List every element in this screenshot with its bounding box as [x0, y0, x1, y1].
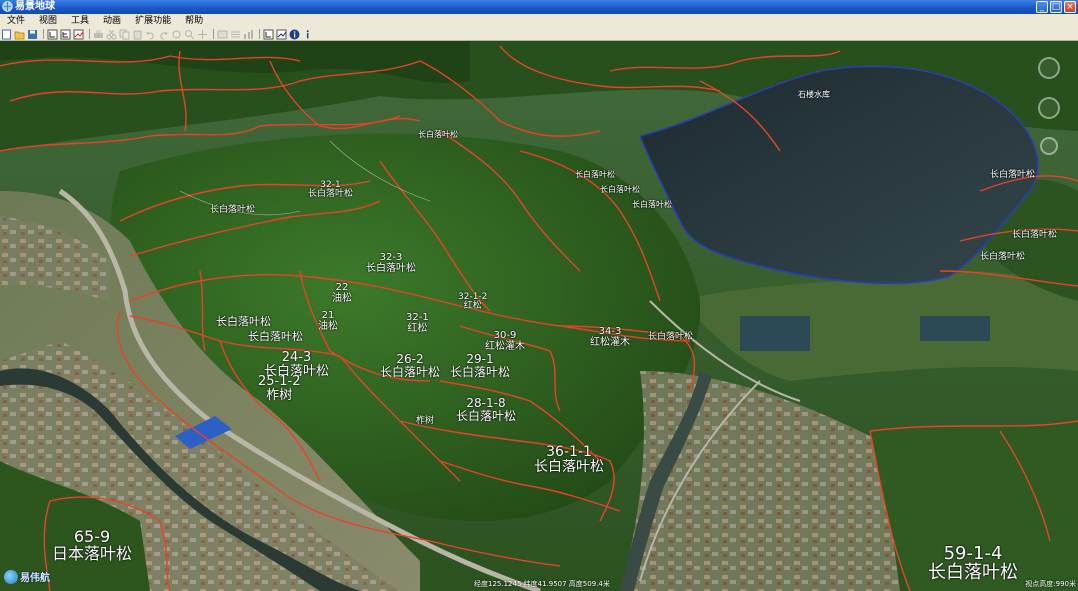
menu-extensions[interactable]: 扩展功能 — [128, 14, 178, 28]
logo-text: 易伟航 — [20, 573, 50, 584]
stand-label[interactable]: 长白落叶松 — [418, 130, 458, 139]
title-bar: 易景地球 _ □ × — [0, 0, 1078, 14]
stand-label[interactable]: 59-1-4 长白落叶松 — [928, 544, 1018, 583]
open-folder-icon[interactable] — [14, 29, 25, 40]
redo-icon[interactable] — [158, 29, 169, 40]
polygon-icon[interactable] — [263, 29, 274, 40]
pan-icon[interactable] — [197, 29, 208, 40]
toolbar-separator — [213, 29, 214, 39]
stand-label[interactable]: 22 油松 — [332, 282, 352, 304]
menu-view[interactable]: 视图 — [32, 14, 64, 28]
copy-icon[interactable] — [119, 29, 130, 40]
menu-bar: 文件 视图 工具 动画 扩展功能 帮助 — [0, 14, 1078, 28]
stand-label[interactable]: 长白落叶松 — [648, 332, 693, 342]
close-button[interactable]: × — [1064, 1, 1076, 13]
minimize-button[interactable]: _ — [1036, 1, 1048, 13]
undo-icon[interactable] — [145, 29, 156, 40]
brand-logo: 易伟航 — [4, 569, 50, 584]
toolbar-separator — [259, 29, 260, 39]
about-icon[interactable] — [302, 29, 313, 40]
menu-animation[interactable]: 动画 — [96, 14, 128, 28]
stand-label[interactable]: 32-1 长白落叶松 — [308, 180, 353, 200]
stand-label[interactable]: 65-9 日本落叶松 — [52, 528, 132, 563]
stand-label[interactable]: 32-1 红松 — [406, 312, 429, 334]
reservoir-label: 石楼水库 — [798, 90, 830, 99]
tilt-control[interactable] — [1038, 97, 1060, 119]
stand-label[interactable]: 柞树 — [416, 416, 434, 426]
print-icon[interactable] — [93, 29, 104, 40]
menu-file[interactable]: 文件 — [0, 14, 32, 28]
stand-label[interactable]: 25-1-2 柞树 — [258, 375, 300, 402]
stand-label[interactable]: 32-1-2 红松 — [458, 292, 487, 312]
stand-label[interactable]: 长白落叶松 — [990, 170, 1035, 180]
zoom-icon[interactable] — [184, 29, 195, 40]
stand-label[interactable]: 30-9 红松灌木 — [485, 330, 525, 352]
table-icon[interactable] — [217, 29, 228, 40]
paste-icon[interactable] — [132, 29, 143, 40]
grid-icon[interactable] — [60, 29, 71, 40]
toolbar — [0, 28, 1078, 41]
compass-control[interactable] — [1038, 57, 1060, 79]
terrain-canvas — [0, 41, 1078, 591]
zoom-control[interactable] — [1040, 137, 1058, 155]
stand-label[interactable]: 21 油松 — [318, 310, 338, 332]
stand-label[interactable]: 长白落叶松 — [600, 185, 640, 194]
menu-help[interactable]: 帮助 — [178, 14, 210, 28]
stand-label[interactable]: 长白落叶松 — [1012, 230, 1057, 240]
new-icon[interactable] — [1, 29, 12, 40]
stand-label[interactable]: 长白落叶松 — [632, 200, 672, 209]
stand-label[interactable]: 36-1-1 长白落叶松 — [534, 445, 604, 474]
coordinate-readout: 经度125.1245 纬度41.9507 高度509.4米 — [474, 580, 610, 588]
stand-label[interactable]: 长白落叶松 — [216, 316, 271, 328]
stand-label[interactable]: 长白落叶松 — [248, 331, 303, 343]
stand-label[interactable]: 长白落叶松 — [575, 170, 615, 179]
toolbar-separator — [89, 29, 90, 39]
app-globe-icon — [2, 1, 13, 12]
save-icon[interactable] — [27, 29, 38, 40]
layers-icon[interactable] — [47, 29, 58, 40]
list-icon[interactable] — [230, 29, 241, 40]
stand-label[interactable]: 26-2 长白落叶松 — [380, 353, 440, 378]
map-viewport[interactable]: 石楼水库 长白落叶松 长白落叶松 长白落叶松 长白落叶松 长白落叶松 32-1 长… — [0, 41, 1078, 591]
stand-label[interactable]: 34-3 红松灌木 — [590, 326, 630, 348]
window-title: 易景地球 — [15, 1, 55, 12]
info-icon[interactable] — [289, 29, 300, 40]
path-icon[interactable] — [276, 29, 287, 40]
stand-label[interactable]: 长白落叶松 — [980, 252, 1025, 262]
app-window: 易景地球 _ □ × 文件 视图 工具 动画 扩展功能 帮助 石楼水库 长白落叶… — [0, 0, 1078, 591]
stand-label[interactable]: 28-1-8 长白落叶松 — [456, 397, 516, 422]
eye-altitude-readout: 视点高度:990米 — [1025, 580, 1076, 588]
measure-icon[interactable] — [73, 29, 84, 40]
stand-label[interactable]: 29-1 长白落叶松 — [450, 353, 510, 378]
maximize-button[interactable]: □ — [1050, 1, 1062, 13]
stand-label[interactable]: 长白落叶松 — [210, 205, 255, 215]
logo-icon — [4, 569, 18, 584]
rotate-icon[interactable] — [171, 29, 182, 40]
chart-icon[interactable] — [243, 29, 254, 40]
toolbar-separator — [43, 29, 44, 39]
cut-icon[interactable] — [106, 29, 117, 40]
menu-tools[interactable]: 工具 — [64, 14, 96, 28]
stand-label[interactable]: 32-3 长白落叶松 — [366, 252, 416, 274]
